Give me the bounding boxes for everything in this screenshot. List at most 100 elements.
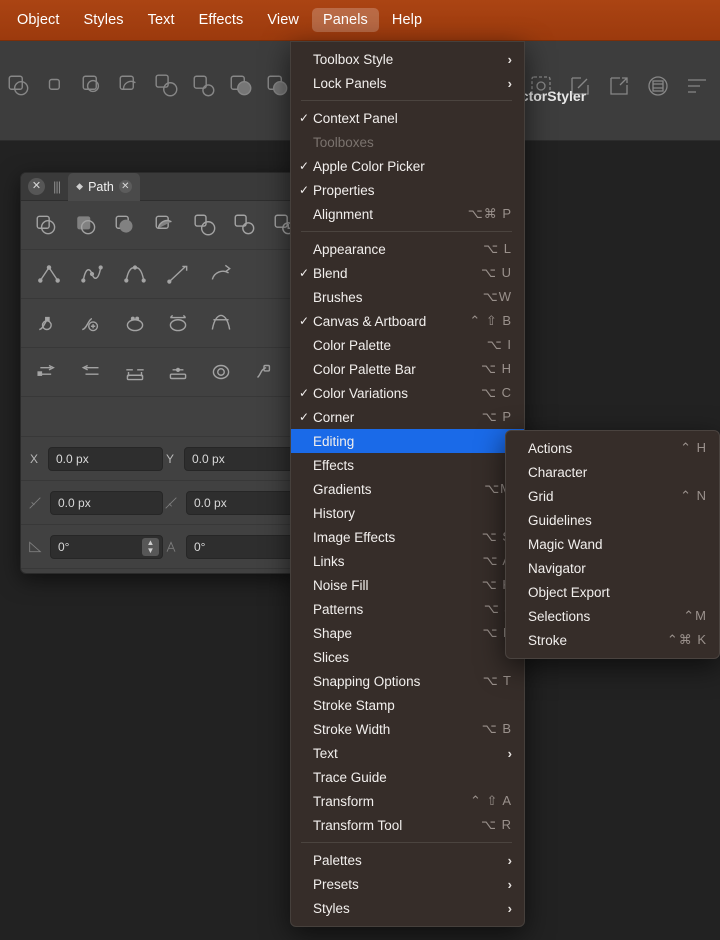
menu-item-canvas-artboard[interactable]: ✓ Canvas & Artboard ⌃ ⇧ B [291, 309, 524, 333]
distribute-vertical-icon[interactable] [156, 352, 199, 392]
menu-item-presets[interactable]: Presets › [291, 872, 524, 896]
node-open-icon[interactable] [156, 303, 199, 343]
simplify-path-icon[interactable] [242, 352, 285, 392]
submenu-item-object-export[interactable]: Object Export [506, 580, 719, 604]
node-join-icon[interactable] [199, 303, 242, 343]
menubar-item-effects[interactable]: Effects [188, 8, 255, 32]
selection-mask-icon[interactable] [526, 71, 556, 101]
submenu-item-selections[interactable]: Selections ⌃M [506, 604, 719, 628]
menu-item-gradients[interactable]: Gradients ⌥M [291, 477, 524, 501]
menu-item-properties[interactable]: ✓ Properties [291, 178, 524, 202]
field-input-1-b[interactable]: 0.0 px [186, 490, 299, 515]
menu-item-effects[interactable]: Effects› [291, 453, 524, 477]
node-cusp-icon[interactable] [27, 303, 70, 343]
menubar-item-panels[interactable]: Panels [311, 8, 379, 32]
node-add-icon[interactable] [70, 303, 113, 343]
menu-item-context-panel[interactable]: ✓ Context Panel [291, 106, 524, 130]
submenu-item-character[interactable]: Character [506, 460, 719, 484]
submenu-item-stroke[interactable]: Stroke ⌃⌘ K [506, 628, 719, 652]
menu-item-slices[interactable]: Slices [291, 645, 524, 669]
submenu-item-grid[interactable]: Grid ⌃ N [506, 484, 719, 508]
shape-group-icon[interactable] [152, 71, 182, 101]
menu-item-appearance[interactable]: Appearance ⌥ L [291, 237, 524, 261]
menubar-item-object[interactable]: Object [6, 8, 71, 32]
path-panel[interactable]: ✕ ||| ◆ Path ✕ X 0.0 px Y 0.0 px 0.0 px 0.0 p… [20, 172, 306, 574]
menu-item-text[interactable]: Text › [291, 741, 524, 765]
panels-dropdown-menu[interactable]: Toolbox Style › Lock Panels › ✓ Context Panel… [290, 41, 525, 927]
menu-item-lock-panels[interactable]: Lock Panels › [291, 71, 524, 95]
drag-grip-icon[interactable]: ||| [51, 179, 62, 194]
menu-item-transform[interactable]: Transform ⌃ ⇧ A [291, 789, 524, 813]
node-corner-icon[interactable] [27, 254, 70, 294]
shape-exclude-icon[interactable] [189, 71, 219, 101]
submenu-item-guidelines[interactable]: Guidelines [506, 508, 719, 532]
shape-subtract-icon[interactable] [115, 71, 145, 101]
menu-item-stroke-stamp[interactable]: Stroke Stamp [291, 693, 524, 717]
field-input-0-b[interactable]: 0.0 px [184, 446, 299, 471]
field-input-0-a[interactable]: 0.0 px [48, 446, 163, 471]
menu-item-brushes[interactable]: Brushes ⌥W [291, 285, 524, 309]
edit-square-icon[interactable] [565, 71, 595, 101]
path-back-minus-icon[interactable] [106, 205, 146, 245]
distribute-horizontal-icon[interactable] [113, 352, 156, 392]
shape-intersect-icon[interactable] [78, 71, 108, 101]
shape-union-icon[interactable] [4, 71, 34, 101]
menu-item-corner[interactable]: ✓ Corner ⌥ P [291, 405, 524, 429]
align-list-icon[interactable] [682, 71, 712, 101]
menu-item-palettes[interactable]: Palettes › [291, 848, 524, 872]
menu-item-shape[interactable]: Shape ⌥ F [291, 621, 524, 645]
node-curve-icon[interactable] [199, 254, 242, 294]
shape-small-icon[interactable] [41, 71, 71, 101]
menu-item-stroke-width[interactable]: Stroke Width ⌥ B [291, 717, 524, 741]
menu-item-color-palette-bar[interactable]: Color Palette Bar ⌥ H [291, 357, 524, 381]
node-symmetric-icon[interactable] [113, 254, 156, 294]
shape-merge-icon[interactable] [226, 71, 256, 101]
arrange-forward-icon[interactable] [27, 352, 70, 392]
path-panel-titlebar[interactable]: ✕ ||| ◆ Path ✕ [21, 173, 305, 201]
menu-item-image-effects[interactable]: Image Effects ⌥ S [291, 525, 524, 549]
menu-item-apple-color-picker[interactable]: ✓ Apple Color Picker [291, 154, 524, 178]
shape-divide-icon[interactable] [263, 71, 293, 101]
menu-item-toolbox-style[interactable]: Toolbox Style › [291, 47, 524, 71]
reverse-path-icon[interactable] [199, 352, 242, 392]
field-input-1-a[interactable]: 0.0 px [50, 490, 163, 515]
close-icon[interactable]: ✕ [28, 178, 45, 195]
path-front-minus-icon[interactable] [67, 205, 107, 245]
menubar-item-text[interactable]: Text [137, 8, 186, 32]
field-input-2-a[interactable]: 0° ▲ ▼ [50, 534, 163, 559]
menu-item-trace-guide[interactable]: Trace Guide [291, 765, 524, 789]
menu-item-transform-tool[interactable]: Transform Tool ⌥ R [291, 813, 524, 837]
tab-path[interactable]: ◆ Path ✕ [68, 173, 140, 201]
menu-item-patterns[interactable]: Patterns ⌥ J [291, 597, 524, 621]
submenu-item-navigator[interactable]: Navigator [506, 556, 719, 580]
value-stepper[interactable]: ▲ ▼ [142, 537, 159, 556]
export-square-icon[interactable] [604, 71, 634, 101]
path-exclude-icon[interactable] [186, 205, 226, 245]
menubar-item-styles[interactable]: Styles [73, 8, 135, 32]
menu-item-noise-fill[interactable]: Noise Fill ⌥ K [291, 573, 524, 597]
path-divide-icon[interactable] [226, 205, 266, 245]
editing-submenu[interactable]: Actions ⌃ H Character Grid ⌃ N Guidelines Magi… [505, 430, 720, 659]
menubar-item-help[interactable]: Help [381, 8, 433, 32]
menu-item-color-variations[interactable]: ✓ Color Variations ⌥ C [291, 381, 524, 405]
menubar-item-view[interactable]: View [256, 8, 310, 32]
path-intersect-icon[interactable] [146, 205, 186, 245]
grid-circle-icon[interactable] [643, 71, 673, 101]
tab-close-icon[interactable]: ✕ [118, 180, 132, 193]
menu-item-color-palette[interactable]: Color Palette ⌥ I [291, 333, 524, 357]
submenu-item-actions[interactable]: Actions ⌃ H [506, 436, 719, 460]
menu-item-editing[interactable]: Editing› [291, 429, 524, 453]
node-smooth-icon[interactable] [70, 254, 113, 294]
menu-item-alignment[interactable]: Alignment ⌥⌘ P [291, 202, 524, 226]
field-input-2-b[interactable]: 0° [186, 534, 299, 559]
arrange-backward-icon[interactable] [70, 352, 113, 392]
menu-item-links[interactable]: Links ⌥ A [291, 549, 524, 573]
menu-item-history[interactable]: History [291, 501, 524, 525]
node-line-icon[interactable] [156, 254, 199, 294]
node-close-icon[interactable] [113, 303, 156, 343]
menu-item-blend[interactable]: ✓ Blend ⌥ U [291, 261, 524, 285]
submenu-item-magic-wand[interactable]: Magic Wand [506, 532, 719, 556]
path-union-icon[interactable] [27, 205, 67, 245]
menu-item-styles[interactable]: Styles › [291, 896, 524, 920]
menu-item-snapping-options[interactable]: Snapping Options ⌥ T [291, 669, 524, 693]
